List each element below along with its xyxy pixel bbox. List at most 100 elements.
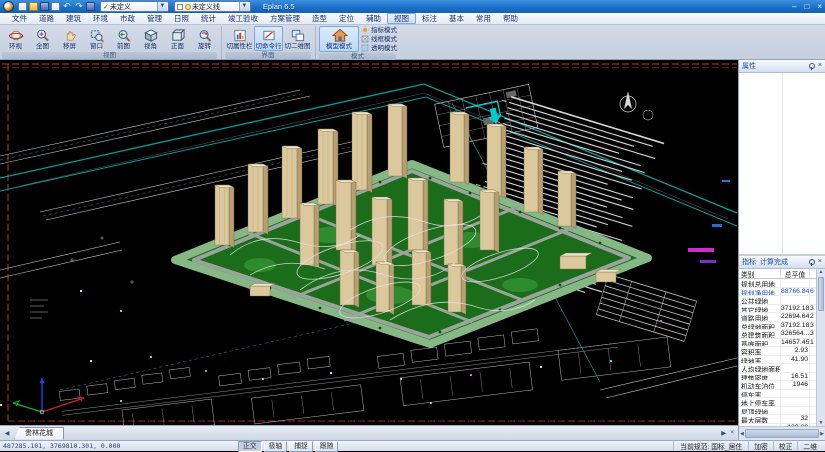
- window-title: Eplan 6.5: [263, 2, 295, 11]
- menu-item[interactable]: 常用: [470, 13, 497, 24]
- horizontal-scrollbar[interactable]: ◀ ▶: [739, 426, 825, 440]
- tab-close-icon[interactable]: ×: [730, 429, 734, 437]
- mode-toggle-button[interactable]: 捕捉: [289, 441, 313, 452]
- menu-item[interactable]: 文件: [6, 13, 33, 24]
- indicator-mode-option[interactable]: 指标模式: [361, 26, 397, 34]
- drawing-tab-active[interactable]: 贵林花城: [14, 427, 64, 440]
- tab-scroll-left-icon[interactable]: ◀: [2, 430, 12, 437]
- menu-item[interactable]: 道路: [33, 13, 60, 24]
- vertical-scrollbar[interactable]: ▲ ▼: [816, 269, 825, 426]
- properties-grid[interactable]: [739, 73, 825, 254]
- scroll-right-icon[interactable]: ▶: [820, 431, 824, 437]
- two-windows-icon: [290, 28, 306, 43]
- table-row[interactable]: 容积率 2.93: [739, 347, 816, 356]
- table-row[interactable]: 其它绿地 37192.18 3: [739, 305, 816, 314]
- scrollbar-thumb[interactable]: [745, 429, 819, 438]
- transparent-mode-option[interactable]: 透明模式: [361, 44, 397, 52]
- menu-item[interactable]: 方案管理: [264, 13, 306, 24]
- menu-item[interactable]: 定位: [333, 13, 360, 24]
- indicator-table[interactable]: 规划总用地 规划净用地 88766.84 6 公共绿地: [739, 279, 816, 426]
- tab-scroll-right-icon[interactable]: ▶: [721, 429, 726, 437]
- menu-item[interactable]: 造型: [306, 13, 333, 24]
- toggle-command-line-button[interactable]: 切命令行: [254, 26, 283, 51]
- menu-item[interactable]: 竣工验收: [222, 13, 264, 24]
- cursor-coordinates: 487285.101, 3769810.301, 0.000: [3, 442, 238, 450]
- table-row[interactable]: 人均绿地面积: [739, 364, 816, 373]
- open-file-icon[interactable]: [29, 2, 38, 11]
- menu-item[interactable]: 视图: [387, 13, 416, 24]
- toggle-2d-view-button[interactable]: 切二维图: [283, 26, 312, 51]
- maximize-button[interactable]: □: [804, 0, 809, 13]
- table-row[interactable]: 停车率: [739, 390, 816, 399]
- status-button[interactable]: 校正: [773, 441, 798, 451]
- layer-combobox[interactable]: ✓ 未定义 ▼: [100, 1, 169, 12]
- indicator-status: 计算完成: [760, 257, 788, 267]
- menu-item[interactable]: 建筑: [60, 13, 87, 24]
- table-row[interactable]: 规划净用地 88766.84 6: [739, 288, 816, 297]
- close-icon[interactable]: ×: [818, 63, 822, 69]
- table-row[interactable]: 道路用地 22694.64 2: [739, 313, 816, 322]
- menu-item[interactable]: 辅助: [360, 13, 387, 24]
- table-row[interactable]: 机动车泊位 1946: [739, 381, 816, 390]
- front-view-button[interactable]: 正面: [164, 26, 191, 51]
- front-cube-icon: [170, 28, 186, 43]
- undo-icon[interactable]: ↶: [62, 1, 72, 12]
- zoom-window-button[interactable]: 窗口: [83, 26, 110, 51]
- linetype-combobox[interactable]: 未定义线 ▼: [174, 1, 251, 12]
- pin-icon[interactable]: [809, 259, 815, 265]
- mode-toggle-button[interactable]: 正交: [238, 441, 262, 452]
- previous-view-button[interactable]: 前图: [110, 26, 137, 51]
- chevron-down-icon[interactable]: ▼: [239, 2, 249, 11]
- table-row[interactable]: 绿地率 41.90: [739, 356, 816, 365]
- menu-item[interactable]: 管理: [141, 13, 168, 24]
- checkbox-icon[interactable]: [177, 4, 183, 10]
- table-row[interactable]: 最大层数 32: [739, 415, 816, 424]
- mode-toggle-button[interactable]: 跟随: [315, 441, 339, 452]
- menu-item[interactable]: 标注: [416, 13, 443, 24]
- redo-icon[interactable]: ↷: [74, 1, 84, 12]
- save-icon[interactable]: [40, 2, 49, 11]
- view-angle-button[interactable]: 视角: [137, 26, 164, 51]
- pan-button[interactable]: 移屏: [56, 26, 83, 51]
- table-row[interactable]: 屋顶绿地: [739, 407, 816, 416]
- menu-item[interactable]: 日照: [168, 13, 195, 24]
- scroll-left-icon[interactable]: ◀: [740, 431, 744, 437]
- table-row[interactable]: 基底面积 14657.45 1: [739, 339, 816, 348]
- pin-icon[interactable]: [809, 63, 815, 69]
- status-button[interactable]: 二维: [797, 441, 822, 451]
- table-row[interactable]: 公共绿地: [739, 296, 816, 305]
- close-button[interactable]: ×: [817, 0, 822, 13]
- table-row[interactable]: 建筑密度 16.51: [739, 373, 816, 382]
- scroll-up-icon[interactable]: ▲: [819, 269, 824, 275]
- status-button[interactable]: 加密: [748, 441, 773, 451]
- menu-item[interactable]: 环境: [87, 13, 114, 24]
- wireframe-mode-option[interactable]: 线框模式: [361, 35, 397, 43]
- app-logo-icon[interactable]: [3, 1, 14, 12]
- print-icon[interactable]: [86, 2, 95, 11]
- table-row[interactable]: 总绿地面积 37192.18 3: [739, 322, 816, 331]
- menu-item[interactable]: 市政: [114, 13, 141, 24]
- orbit-view-button[interactable]: 环视: [2, 26, 29, 51]
- rotate-view-button[interactable]: 旋转: [191, 26, 218, 51]
- toolbar-group-view: 环视 全图 移屏 窗口 前图: [2, 26, 222, 59]
- scrollbar-thumb[interactable]: [818, 277, 824, 311]
- minimize-button[interactable]: –: [792, 0, 796, 13]
- save-as-icon[interactable]: [51, 2, 60, 11]
- chevron-down-icon[interactable]: ▼: [157, 2, 167, 11]
- mode-toggle-button[interactable]: 极轴: [264, 441, 288, 452]
- table-row[interactable]: 地上停车率: [739, 398, 816, 407]
- view-cube-icon: [143, 28, 159, 43]
- drawing-tab-bar: ◀ 贵林花城 ▶ ×: [0, 425, 738, 440]
- menu-item[interactable]: 基本: [443, 13, 470, 24]
- model-mode-button[interactable]: 模型模式: [319, 26, 359, 52]
- toggle-properties-bar-button[interactable]: 切属性栏: [225, 26, 254, 51]
- cad-viewport[interactable]: [0, 60, 738, 425]
- close-icon[interactable]: ×: [818, 259, 822, 265]
- menu-bar: 文件道路建筑环境市政管理日照统计竣工验收方案管理造型定位辅助视图标注基本常用帮助: [0, 13, 825, 25]
- table-row[interactable]: 总建筑面积 326564... 3: [739, 330, 816, 339]
- menu-item[interactable]: 帮助: [497, 13, 524, 24]
- new-file-icon[interactable]: [18, 2, 27, 11]
- menu-item[interactable]: 统计: [195, 13, 222, 24]
- zoom-extents-button[interactable]: 全图: [29, 26, 56, 51]
- table-row[interactable]: 规划总用地: [739, 279, 816, 288]
